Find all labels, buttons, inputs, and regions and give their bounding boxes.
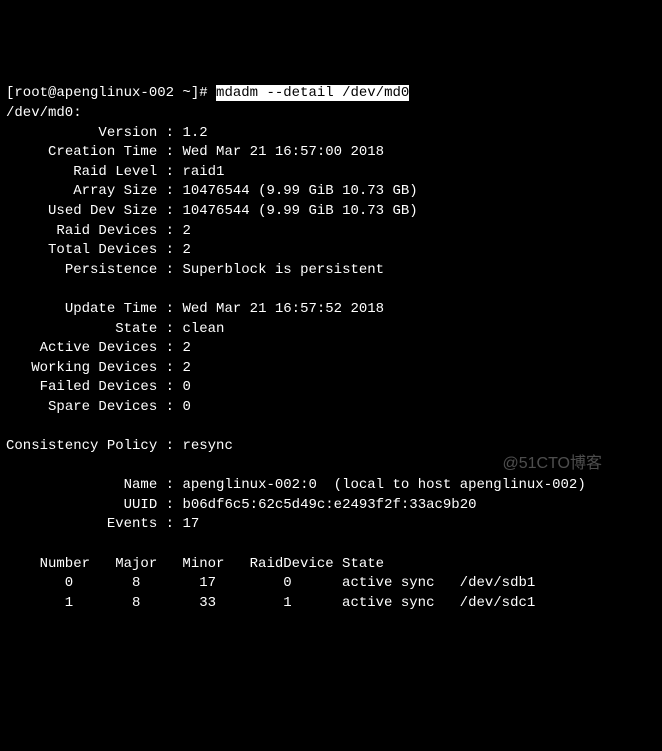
table-row: 0 8 17 0 active sync /dev/sdb1 — [6, 575, 535, 591]
detail-row: Active Devices : 2 — [6, 340, 191, 356]
detail-row: Events : 17 — [6, 516, 199, 532]
detail-row: Persistence : Superblock is persistent — [6, 262, 384, 278]
prompt-line: [root@apenglinux-002 ~]# mdadm --detail … — [6, 85, 409, 101]
detail-row: Total Devices : 2 — [6, 242, 191, 258]
detail-row: State : clean — [6, 321, 224, 337]
table-header: Number Major Minor RaidDevice State — [6, 556, 384, 572]
prompt-user-host: [root@apenglinux-002 ~]# — [6, 85, 216, 101]
detail-row: Used Dev Size : 10476544 (9.99 GiB 10.73… — [6, 203, 418, 219]
detail-row: Creation Time : Wed Mar 21 16:57:00 2018 — [6, 144, 384, 160]
detail-row: Update Time : Wed Mar 21 16:57:52 2018 — [6, 301, 384, 317]
detail-row: Failed Devices : 0 — [6, 379, 191, 395]
detail-row: Spare Devices : 0 — [6, 399, 191, 415]
detail-row: Array Size : 10476544 (9.99 GiB 10.73 GB… — [6, 183, 418, 199]
detail-row: UUID : b06df6c5:62c5d49c:e2493f2f:33ac9b… — [6, 497, 477, 513]
detail-row: Version : 1.2 — [6, 125, 208, 141]
detail-row: Raid Level : raid1 — [6, 164, 224, 180]
terminal-output: [root@apenglinux-002 ~]# mdadm --detail … — [6, 84, 656, 613]
device-path: /dev/md0: — [6, 105, 82, 121]
detail-row: Working Devices : 2 — [6, 360, 191, 376]
detail-row: Name : apenglinux-002:0 (local to host a… — [6, 477, 586, 493]
detail-row: Consistency Policy : resync — [6, 438, 233, 454]
detail-row: Raid Devices : 2 — [6, 223, 191, 239]
watermark-text: @51CTO博客 — [502, 453, 602, 475]
table-row: 1 8 33 1 active sync /dev/sdc1 — [6, 595, 535, 611]
command-text: mdadm --detail /dev/md0 — [216, 85, 409, 101]
